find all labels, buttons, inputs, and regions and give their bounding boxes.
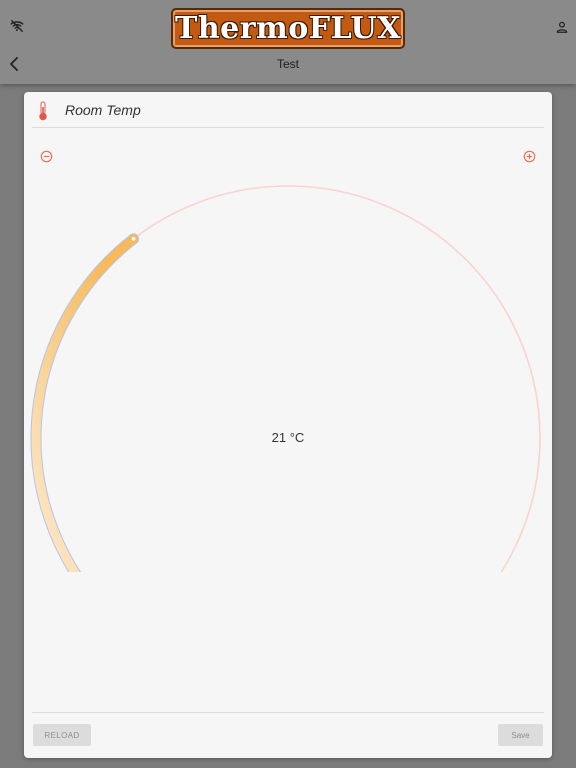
- temperature-dial[interactable]: [24, 172, 552, 572]
- dial-active-arc: [31, 234, 139, 572]
- header-divider: [32, 127, 544, 128]
- dial-track: [35, 185, 541, 572]
- top-bar: ThermoFLUX Test: [0, 0, 576, 84]
- user-icon[interactable]: [552, 17, 572, 37]
- thermometer-icon: [37, 101, 49, 121]
- minus-circle-icon[interactable]: [40, 150, 53, 163]
- dial-handle[interactable]: [130, 235, 137, 242]
- card-title: Room Temp: [65, 102, 141, 118]
- wifi-off-icon[interactable]: [8, 17, 26, 35]
- plus-circle-icon[interactable]: [523, 150, 536, 163]
- card-header: Room Temp: [24, 92, 552, 128]
- save-button[interactable]: Save: [498, 724, 543, 746]
- temperature-value: 21 °C: [271, 430, 305, 445]
- thermostat-card: Room Temp 21 °C RELOAD Save: [24, 92, 552, 758]
- footer-divider: [32, 712, 544, 713]
- reload-button[interactable]: RELOAD: [33, 724, 91, 746]
- app-logo: ThermoFLUX: [171, 8, 405, 49]
- page-title: Test: [276, 57, 299, 71]
